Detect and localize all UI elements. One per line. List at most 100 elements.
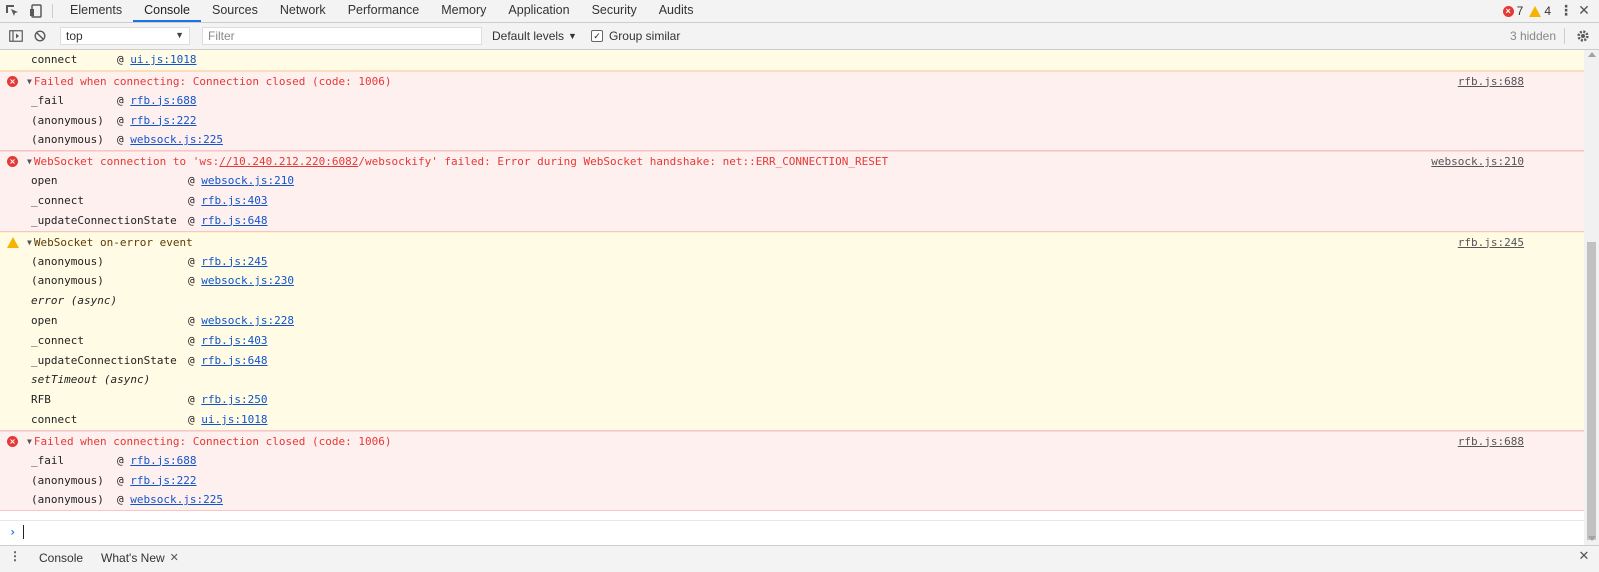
console-scrollbar[interactable] — [1584, 50, 1599, 545]
scrollbar-thumb[interactable] — [1587, 242, 1596, 540]
frame-source-link[interactable]: websock.js:230 — [201, 274, 294, 287]
tab-performance[interactable]: Performance — [337, 0, 431, 22]
message-source-link[interactable]: rfb.js:688 — [1458, 432, 1524, 451]
chevron-down-icon: ▼ — [568, 31, 577, 41]
log-levels-dropdown[interactable]: Default levels ▼ — [492, 29, 577, 43]
expand-triangle-icon[interactable]: ▼ — [27, 437, 32, 446]
drawer-tab-console[interactable]: Console — [30, 546, 92, 570]
console-sidebar-icon[interactable] — [4, 25, 28, 47]
frame-function-name: open — [31, 174, 58, 188]
message-text: Failed when connecting: Connection close… — [33, 434, 392, 448]
warning-count[interactable]: 4 — [1529, 4, 1551, 18]
frame-source-link[interactable]: rfb.js:648 — [201, 214, 267, 227]
frame-source-link[interactable]: rfb.js:222 — [130, 114, 196, 127]
error-icon: × — [7, 435, 18, 447]
stack-trace: _fail @ rfb.js:688 (anonymous) @ rfb.js:222… — [0, 91, 1584, 150]
frame-source-link[interactable]: rfb.js:688 — [130, 94, 196, 107]
frame-at-sign: @ — [188, 254, 202, 268]
scroll-down-icon[interactable] — [1588, 536, 1596, 541]
console-prompt[interactable]: › — [0, 520, 1584, 544]
tab-network[interactable]: Network — [269, 0, 337, 22]
frame-source-link[interactable]: websock.js:225 — [130, 133, 223, 146]
group-similar-checkbox[interactable]: ✓ — [590, 30, 603, 42]
close-drawer-icon[interactable]: ✕ — [1569, 546, 1599, 566]
message-header[interactable]: × ▼ Failed when connecting: Connection clo… — [0, 72, 1584, 91]
scroll-up-icon[interactable] — [1588, 52, 1596, 57]
more-options-icon[interactable]: ⋮ — [1557, 0, 1575, 22]
frame-function-name: (anonymous) — [31, 133, 104, 147]
expand-triangle-icon[interactable]: ▼ — [27, 157, 32, 166]
stack-frame: open @ websock.js:210 — [0, 171, 1584, 191]
filter-input[interactable] — [202, 27, 482, 45]
drawer-tab-whats-new[interactable]: What's New ✕ — [92, 546, 188, 570]
stack-frame: _fail @ rfb.js:688 — [0, 91, 1584, 111]
message-text: WebSocket connection to 'ws: — [33, 155, 220, 169]
console-messages: connect @ ui.js:1018 × ▼ Failed when connect… — [0, 50, 1584, 545]
stack-frame: (anonymous) @ rfb.js:222 — [0, 471, 1584, 491]
drawer-menu-icon[interactable]: ⋮ — [0, 546, 30, 566]
drawer-tab-label: Console — [39, 551, 84, 565]
frame-source-link[interactable]: ui.js:1018 — [130, 53, 196, 66]
levels-label: Default levels — [492, 29, 565, 43]
tab-sources[interactable]: Sources — [201, 0, 269, 22]
tab-application[interactable]: Application — [497, 0, 580, 22]
drawer-tab-label: What's New — [101, 551, 165, 565]
stack-frame: (anonymous) @ websock.js:230 — [0, 271, 1584, 291]
frame-source-link[interactable]: websock.js:225 — [130, 493, 223, 506]
message-header[interactable]: × ▼ WebSocket connection to 'ws://10.240.2… — [0, 152, 1584, 171]
frame-at-sign: @ — [188, 353, 202, 367]
frame-source-link[interactable]: rfb.js:648 — [201, 354, 267, 367]
frame-function-name: RFB — [31, 393, 51, 407]
message-source-link[interactable]: websock.js:210 — [1431, 152, 1524, 171]
clear-console-icon[interactable] — [28, 25, 52, 47]
message-header[interactable]: × ▼ Failed when connecting: Connection clo… — [0, 432, 1584, 451]
stack-frame: (anonymous) @ rfb.js:245 — [0, 252, 1584, 272]
frame-function-name: (anonymous) — [31, 113, 104, 127]
tab-audits[interactable]: Audits — [648, 0, 705, 22]
warning-icon — [1529, 5, 1542, 17]
close-tab-icon[interactable]: ✕ — [170, 546, 179, 570]
message-text: /websockify' failed: Error during WebSoc… — [358, 155, 889, 169]
frame-at-sign: @ — [188, 412, 202, 426]
stack-frame: _fail @ rfb.js:688 — [0, 451, 1584, 471]
console-message-tail: connect @ ui.js:1018 — [0, 50, 1584, 71]
gear-icon[interactable] — [1571, 25, 1595, 47]
message-url-link[interactable]: //10.240.212.220:6082 — [219, 155, 358, 168]
frame-function-name: _fail — [31, 453, 65, 467]
expand-triangle-icon[interactable]: ▼ — [27, 238, 32, 247]
frame-function-name: (anonymous) — [31, 254, 104, 268]
message-source-link[interactable]: rfb.js:245 — [1458, 233, 1524, 252]
frame-source-link[interactable]: rfb.js:222 — [130, 474, 196, 487]
message-text: Failed when connecting: Connection close… — [33, 74, 392, 88]
frame-function-name: (anonymous) — [31, 493, 104, 507]
frame-at-sign: @ — [117, 453, 131, 467]
console-warning-message: ▼ WebSocket on-error event rfb.js:245 (anon… — [0, 231, 1584, 431]
execution-context-select[interactable]: top ▼ — [60, 27, 190, 45]
frame-source-link[interactable]: rfb.js:245 — [201, 255, 267, 268]
group-similar-toggle[interactable]: ✓ Group similar — [590, 29, 680, 43]
frame-source-link[interactable]: websock.js:210 — [201, 174, 294, 187]
frame-source-link[interactable]: rfb.js:403 — [201, 194, 267, 207]
message-source-link[interactable]: rfb.js:688 — [1458, 72, 1524, 91]
frame-source-link[interactable]: websock.js:228 — [201, 314, 294, 327]
close-devtools-icon[interactable]: ✕ — [1575, 3, 1593, 19]
inspect-element-icon[interactable] — [0, 0, 24, 22]
frame-at-sign: @ — [117, 53, 131, 66]
tab-console[interactable]: Console — [133, 0, 201, 22]
message-header[interactable]: ▼ WebSocket on-error event rfb.js:245 — [0, 233, 1584, 252]
frame-source-link[interactable]: rfb.js:250 — [201, 393, 267, 406]
frame-source-link[interactable]: rfb.js:403 — [201, 334, 267, 347]
tab-elements[interactable]: Elements — [59, 0, 133, 22]
frame-source-link[interactable]: ui.js:1018 — [201, 413, 267, 426]
expand-triangle-icon[interactable]: ▼ — [27, 77, 32, 86]
stack-frame: _updateConnectionState @ rfb.js:648 — [0, 351, 1584, 371]
tab-memory[interactable]: Memory — [430, 0, 497, 22]
warning-count-value: 4 — [1544, 4, 1551, 18]
device-toolbar-icon[interactable] — [24, 0, 48, 22]
stack-trace: (anonymous) @ rfb.js:245 (anonymous) @ webs… — [0, 252, 1584, 430]
error-count[interactable]: × 7 — [1502, 4, 1523, 18]
frame-at-sign: @ — [188, 213, 202, 227]
frame-source-link[interactable]: rfb.js:688 — [130, 454, 196, 467]
tab-security[interactable]: Security — [581, 0, 648, 22]
hidden-messages-count: 3 hidden — [1509, 29, 1556, 43]
